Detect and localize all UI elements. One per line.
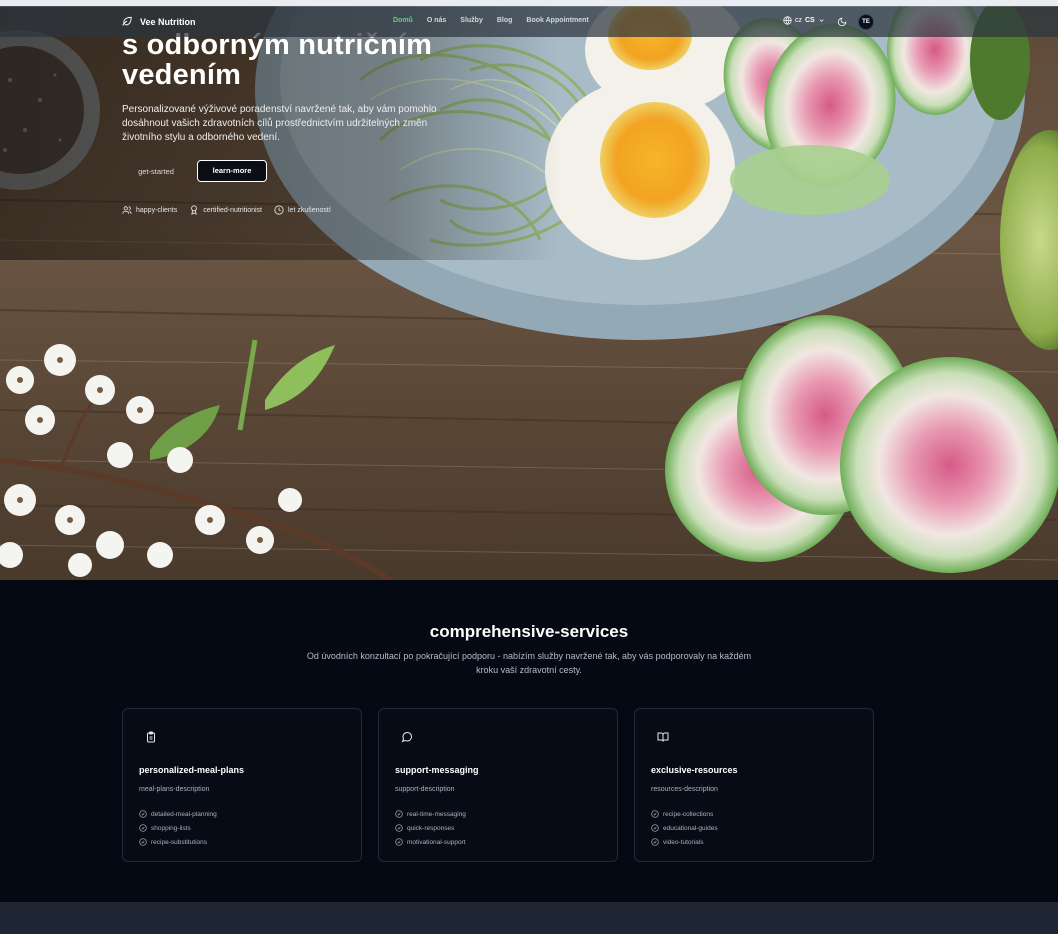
- check-circle-icon: [651, 838, 659, 846]
- hero-description: Personalizované výživové poradenství nav…: [122, 104, 437, 143]
- stat-happy-clients: happy-clients: [122, 205, 177, 215]
- card-feature-list: real-time-messaging quick-responses moti…: [395, 807, 466, 849]
- card-title: exclusive-resources: [651, 765, 738, 775]
- user-avatar[interactable]: TE: [858, 14, 874, 30]
- moon-icon[interactable]: [837, 17, 847, 27]
- list-item: educational-guides: [651, 821, 718, 835]
- list-item: detailed-meal-planning: [139, 807, 217, 821]
- page: s odborným nutričním vedením Personalizo…: [0, 0, 1058, 934]
- hero-title-line-2: vedením: [122, 59, 242, 91]
- card-feature-list: detailed-meal-planning shopping-lists re…: [139, 807, 217, 849]
- nav-item-blog[interactable]: Blog: [497, 17, 513, 24]
- card-description: resources-description: [651, 786, 718, 793]
- chevron-down-icon: [819, 19, 824, 22]
- check-circle-icon: [395, 810, 403, 818]
- list-item: shopping-lists: [139, 821, 217, 835]
- services-subtitle: Od úvodních konzultací po pokračující po…: [306, 651, 752, 675]
- services-cards: personalized-meal-plans meal-plans-descr…: [122, 708, 874, 862]
- nav-item-about[interactable]: O nás: [427, 17, 446, 24]
- feature-label: recipe-substitutions: [151, 838, 207, 846]
- feature-label: detailed-meal-planning: [151, 810, 217, 818]
- service-card-exclusive-resources[interactable]: exclusive-resources resources-descriptio…: [634, 708, 874, 862]
- card-feature-list: recipe-collections educational-guides vi…: [651, 807, 718, 849]
- feature-label: real-time-messaging: [407, 810, 466, 818]
- hero-stats: happy-clients certified-nutritionist let…: [122, 205, 331, 215]
- services-section: comprehensive-services Od úvodních konzu…: [0, 580, 1058, 902]
- nav-item-services[interactable]: Služby: [460, 17, 483, 24]
- check-circle-icon: [139, 824, 147, 832]
- leaf-icon: [122, 16, 132, 26]
- stat-label: certified-nutritionist: [203, 206, 262, 214]
- hero-title: s odborným nutričním vedením: [122, 30, 482, 90]
- navbar: Vee Nutrition Domů O nás Služby Blog Boo…: [0, 6, 1058, 37]
- stat-experience: let zkušeností: [274, 205, 331, 215]
- nav-item-book-appointment[interactable]: Book Appointment: [526, 17, 588, 24]
- check-circle-icon: [395, 838, 403, 846]
- feature-label: video-tutorials: [663, 838, 704, 846]
- check-circle-icon: [651, 824, 659, 832]
- book-open-icon: [657, 732, 669, 742]
- card-title: personalized-meal-plans: [139, 765, 245, 775]
- list-item: video-tutorials: [651, 835, 718, 849]
- check-circle-icon: [395, 824, 403, 832]
- stat-label: let zkušeností: [288, 206, 331, 214]
- list-item: real-time-messaging: [395, 807, 466, 821]
- feature-label: educational-guides: [663, 824, 718, 832]
- get-started-button[interactable]: get-started: [122, 161, 190, 183]
- list-item: recipe-substitutions: [139, 835, 217, 849]
- service-card-support-messaging[interactable]: support-messaging support-description re…: [378, 708, 618, 862]
- check-circle-icon: [139, 838, 147, 846]
- language-selector[interactable]: cz CS: [783, 16, 825, 25]
- stat-certified: certified-nutritionist: [189, 205, 262, 215]
- clipboard-icon: [147, 731, 155, 743]
- language-code: CS: [805, 17, 815, 24]
- list-item: quick-responses: [395, 821, 466, 835]
- hero-section: s odborným nutričním vedením Personalizo…: [0, 0, 1058, 580]
- list-item: motivational-support: [395, 835, 466, 849]
- feature-label: shopping-lists: [151, 824, 191, 832]
- globe-icon: [783, 16, 792, 25]
- feature-label: recipe-collections: [663, 810, 714, 818]
- learn-more-button[interactable]: learn-more: [197, 160, 267, 182]
- language-prefix: cz: [795, 17, 802, 24]
- card-description: meal-plans-description: [139, 786, 210, 793]
- feature-label: motivational-support: [407, 838, 466, 846]
- footer-strip: [0, 902, 1058, 934]
- check-circle-icon: [651, 810, 659, 818]
- card-description: support-description: [395, 786, 455, 793]
- clock-icon: [274, 205, 284, 215]
- nav-menu: Domů O nás Služby Blog Book Appointment: [393, 17, 589, 24]
- check-circle-icon: [139, 810, 147, 818]
- card-title: support-messaging: [395, 765, 479, 775]
- message-circle-icon: [401, 731, 413, 743]
- stat-label: happy-clients: [136, 206, 178, 214]
- nav-item-home[interactable]: Domů: [393, 17, 413, 24]
- users-icon: [122, 206, 132, 214]
- brand-logo[interactable]: Vee Nutrition: [122, 16, 196, 27]
- service-card-meal-plans[interactable]: personalized-meal-plans meal-plans-descr…: [122, 708, 362, 862]
- services-title: comprehensive-services: [429, 622, 629, 641]
- list-item: recipe-collections: [651, 807, 718, 821]
- award-icon: [191, 205, 198, 215]
- brand-name: Vee Nutrition: [140, 16, 196, 27]
- feature-label: quick-responses: [407, 824, 455, 832]
